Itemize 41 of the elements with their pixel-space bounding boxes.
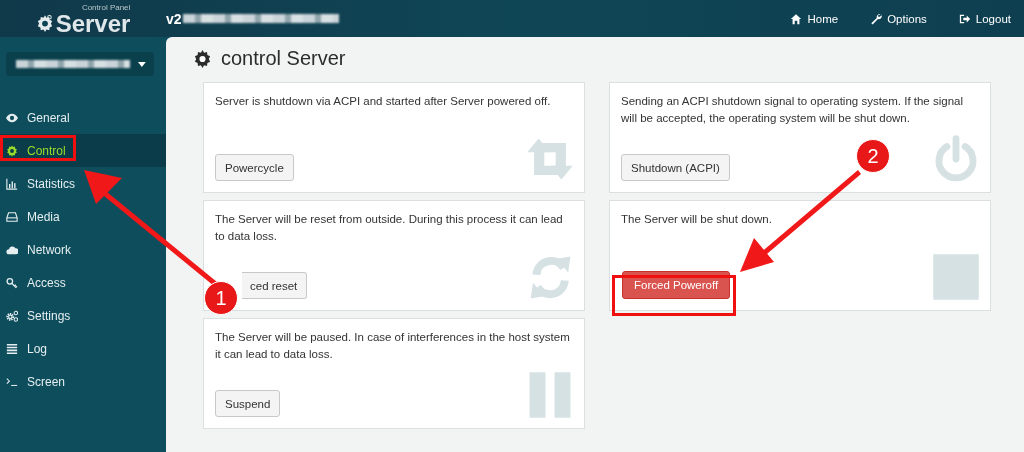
- action-button[interactable]: Powercycle: [215, 154, 294, 181]
- gear-icon: [6, 144, 18, 157]
- bar-chart-icon: [6, 177, 18, 190]
- sidebar-item[interactable]: Media: [0, 200, 166, 233]
- key-icon: [6, 276, 18, 289]
- card-description: Sending an ACPI shutdown signal to operating system. If the signal will be accepted, the operating system will be shut down.: [621, 94, 964, 126]
- page-title: control Server: [221, 47, 346, 70]
- server-dropdown[interactable]: [6, 52, 154, 76]
- cloud-icon: [6, 243, 18, 256]
- action-button[interactable]: ced reset: [242, 272, 308, 299]
- sidebar-item[interactable]: Network: [0, 233, 166, 266]
- logo-gear-icon: [35, 13, 54, 32]
- logo-title: Server: [55, 12, 131, 36]
- card-description: Server is shutdown via ACPI and started after Server powered off.: [215, 94, 552, 109]
- nav-link[interactable]: Home: [790, 12, 839, 25]
- caret-icon: [138, 61, 146, 67]
- stop-icon: [931, 252, 981, 302]
- sidebar-item[interactable]: Log: [0, 332, 166, 365]
- card-description: The Server will be paused. In case of interferences in the host system it can lead to data loss.: [215, 330, 571, 362]
- terminal-icon: [6, 375, 18, 388]
- sidebar-item[interactable]: Access: [0, 266, 166, 299]
- card-description: The Server will be shut down.: [621, 212, 773, 227]
- nav-link[interactable]: Logout: [958, 12, 1011, 25]
- nav-link[interactable]: Options: [870, 12, 927, 25]
- sidebar-item[interactable]: Statistics: [0, 167, 166, 200]
- logout-icon: [958, 12, 971, 25]
- list-icon: [6, 342, 18, 355]
- gears-icon: [6, 309, 18, 322]
- card-description: The Server will be reset from outside. During this process it can lead to data loss.: [215, 212, 564, 244]
- gear-icon: [193, 49, 212, 68]
- drive-icon: [6, 210, 18, 223]
- version-label: v2: [166, 10, 182, 27]
- wrench-icon: [870, 12, 883, 25]
- sidebar-item[interactable]: Settings: [0, 299, 166, 332]
- home-icon: [790, 12, 803, 25]
- sidebar-item[interactable]: General: [0, 101, 166, 134]
- action-button[interactable]: Suspend: [215, 390, 281, 417]
- action-button[interactable]: Shutdown (ACPI): [621, 154, 730, 181]
- logo-subtitle: Control Panel: [81, 4, 131, 12]
- eye-icon: [6, 111, 18, 124]
- sidebar-item[interactable]: Screen: [0, 365, 166, 398]
